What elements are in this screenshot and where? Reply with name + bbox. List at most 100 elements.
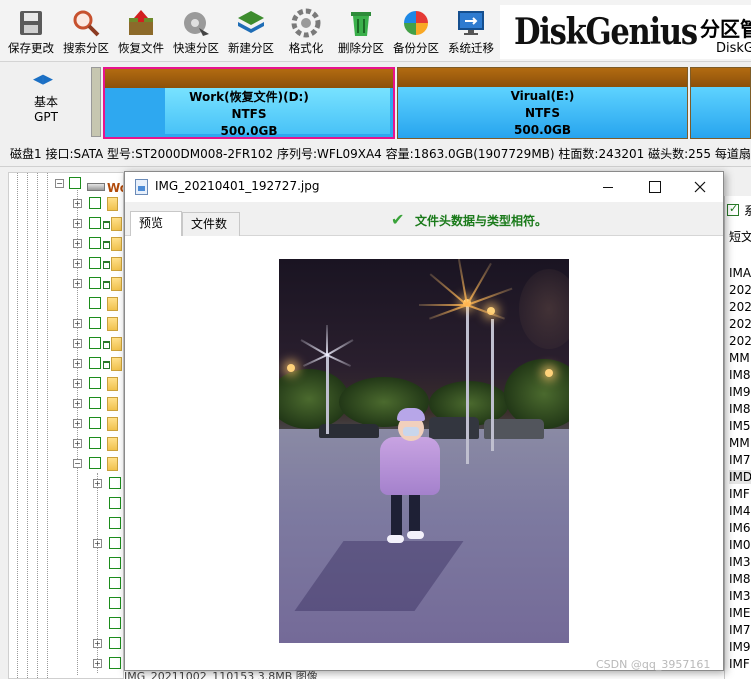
collapse-toggle[interactable]: − <box>55 179 64 188</box>
file-list-item[interactable]: IM3 <box>729 589 751 603</box>
tree-checkbox[interactable] <box>89 237 101 249</box>
tree-folder-row[interactable]: − <box>9 457 123 471</box>
partition-work-d[interactable]: Work(恢复文件)(D:) NTFS 500.0GB <box>103 67 395 139</box>
tree-folder-row[interactable]: + <box>9 237 123 251</box>
recover-files-button[interactable]: 恢复文件 <box>113 4 169 60</box>
file-list-item[interactable]: IM5 <box>729 419 751 433</box>
tree-folder-row[interactable]: + <box>9 357 123 371</box>
tree-checkbox[interactable] <box>89 277 101 289</box>
file-list-item[interactable]: IM8 <box>729 368 751 382</box>
file-list-item[interactable]: IM9 <box>729 640 751 654</box>
file-list-item[interactable]: 202 <box>729 283 751 297</box>
expand-toggle[interactable]: + <box>73 319 82 328</box>
expand-toggle[interactable]: + <box>73 379 82 388</box>
search-partition-button[interactable]: 搜索分区 <box>58 4 114 60</box>
tree-checkbox[interactable] <box>109 617 121 629</box>
tree-checkbox[interactable] <box>109 477 121 489</box>
expand-toggle[interactable]: + <box>93 639 102 648</box>
tree-subfolder-row[interactable] <box>9 517 123 531</box>
file-list-item[interactable]: IM9 <box>729 385 751 399</box>
tree-checkbox[interactable] <box>89 457 101 469</box>
tree-checkbox[interactable] <box>89 297 101 309</box>
file-list-item[interactable]: IME <box>729 606 750 620</box>
file-list-item[interactable]: IM7 <box>729 623 751 637</box>
file-list-item[interactable]: MM <box>729 436 750 450</box>
expand-toggle[interactable]: + <box>93 659 102 668</box>
partition-next[interactable] <box>690 67 751 139</box>
partition-virual-e[interactable]: Virual(E:) NTFS 500.0GB <box>397 67 688 139</box>
tree-checkbox[interactable] <box>89 197 101 209</box>
tree-subfolder-row[interactable] <box>9 497 123 511</box>
file-list-item[interactable]: IMF <box>729 657 750 671</box>
collapse-toggle[interactable]: − <box>73 459 82 468</box>
file-list-item[interactable]: IMA <box>729 266 751 280</box>
expand-toggle[interactable]: + <box>73 199 82 208</box>
tree-folder-row[interactable]: + <box>9 277 123 291</box>
tree-checkbox[interactable] <box>89 257 101 269</box>
tree-subfolder-row[interactable]: + <box>9 537 123 551</box>
expand-toggle[interactable]: + <box>93 539 102 548</box>
disk-switch-arrows-icon[interactable]: ◀▶ <box>33 72 53 87</box>
file-list-item[interactable]: IM8 <box>729 572 751 586</box>
tree-checkbox[interactable] <box>109 577 121 589</box>
minimize-button[interactable] <box>585 172 631 202</box>
tree-root-row[interactable]: − Wo <box>9 177 123 195</box>
tree-checkbox[interactable] <box>109 517 121 529</box>
expand-toggle[interactable]: + <box>73 259 82 268</box>
file-list-item[interactable]: 202 <box>729 317 751 331</box>
tree-folder-row[interactable]: + <box>9 217 123 231</box>
expand-toggle[interactable]: + <box>73 279 82 288</box>
tree-checkbox[interactable] <box>89 217 101 229</box>
expand-toggle[interactable]: + <box>73 419 82 428</box>
file-list-item[interactable]: MM <box>729 351 750 365</box>
file-list-item[interactable]: IM4 <box>729 504 751 518</box>
tree-subfolder-row[interactable] <box>9 577 123 591</box>
file-list-item[interactable]: 202 <box>729 334 751 348</box>
tree-folder-row[interactable]: + <box>9 397 123 411</box>
tree-folder-row[interactable] <box>9 297 123 311</box>
tree-folder-row[interactable]: + <box>9 337 123 351</box>
tree-checkbox[interactable] <box>109 637 121 649</box>
tree-folder-row[interactable]: + <box>9 437 123 451</box>
tree-subfolder-row[interactable] <box>9 557 123 571</box>
tree-folder-row[interactable]: + <box>9 317 123 331</box>
directory-tree[interactable]: − Wo + + + + + + <box>8 172 124 679</box>
close-button[interactable] <box>677 172 723 202</box>
tab-preview[interactable]: 预览 <box>130 211 182 237</box>
tree-checkbox[interactable] <box>89 337 101 349</box>
tree-subfolder-row[interactable] <box>9 617 123 631</box>
tree-folder-row[interactable]: + <box>9 197 123 211</box>
filter-checkbox[interactable] <box>727 202 739 216</box>
expand-toggle[interactable]: + <box>73 359 82 368</box>
tree-subfolder-row[interactable] <box>9 597 123 611</box>
tree-checkbox[interactable] <box>109 537 121 549</box>
new-partition-button[interactable]: 新建分区 <box>223 4 279 60</box>
tree-subfolder-row[interactable]: + <box>9 477 123 491</box>
file-list-item[interactable]: IM6 <box>729 521 751 535</box>
preview-titlebar[interactable]: IMG_20210401_192727.jpg <box>125 172 723 202</box>
tree-checkbox[interactable] <box>89 437 101 449</box>
tree-folder-row[interactable]: + <box>9 417 123 431</box>
tree-checkbox[interactable] <box>109 497 121 509</box>
expand-toggle[interactable]: + <box>73 439 82 448</box>
system-migrate-button[interactable]: 系统迁移 <box>443 4 499 60</box>
maximize-button[interactable] <box>631 172 677 202</box>
tree-checkbox[interactable] <box>89 417 101 429</box>
file-list-item[interactable]: IM8 <box>729 402 751 416</box>
file-list-item[interactable]: 202 <box>729 300 751 314</box>
tree-folder-row[interactable]: + <box>9 257 123 271</box>
file-list-item[interactable]: IM0 <box>729 538 751 552</box>
file-list[interactable]: 系 短文 IMA 202 202 202 202 MM IM8 IM9 IM8 … <box>724 196 751 679</box>
expand-toggle[interactable]: + <box>93 479 102 488</box>
tree-checkbox[interactable] <box>109 657 121 669</box>
file-list-item[interactable]: IM3 <box>729 555 751 569</box>
expand-toggle[interactable]: + <box>73 399 82 408</box>
tree-checkbox[interactable] <box>89 317 101 329</box>
tree-checkbox[interactable] <box>109 557 121 569</box>
quick-partition-button[interactable]: 快速分区 <box>168 4 224 60</box>
backup-partition-button[interactable]: 备份分区 <box>388 4 444 60</box>
expand-toggle[interactable]: + <box>73 219 82 228</box>
save-changes-button[interactable]: 保存更改 <box>3 4 59 60</box>
tree-checkbox[interactable] <box>89 397 101 409</box>
tree-folder-row[interactable]: + <box>9 377 123 391</box>
